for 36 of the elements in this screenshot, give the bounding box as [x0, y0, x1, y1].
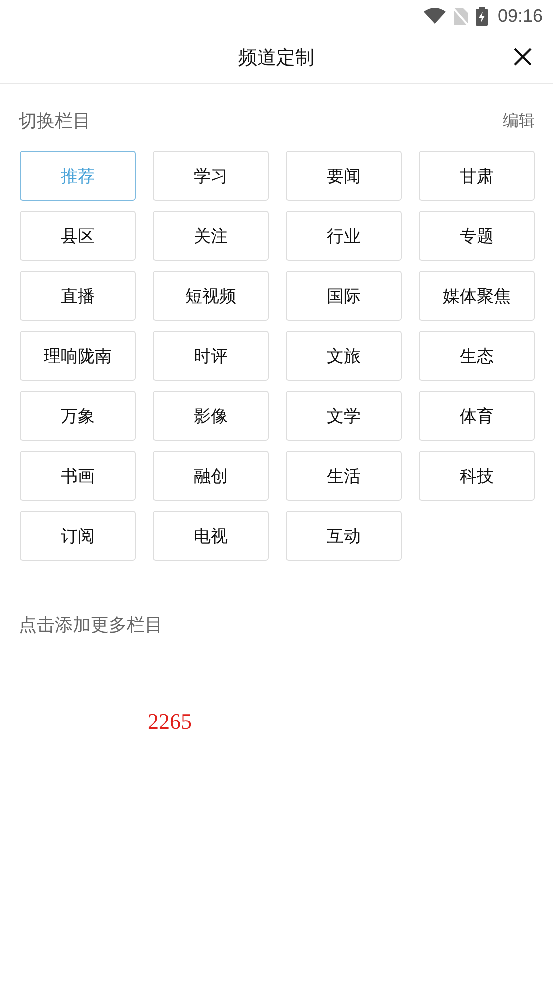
- channel-tab[interactable]: 媒体聚焦: [419, 271, 535, 321]
- channel-tab[interactable]: 要闻: [286, 151, 402, 201]
- channel-tab[interactable]: 电视: [153, 511, 269, 561]
- channel-tab[interactable]: 时评: [153, 331, 269, 381]
- channel-tab[interactable]: 影像: [153, 391, 269, 441]
- battery-charging-icon: [476, 6, 488, 26]
- channel-tab[interactable]: 专题: [419, 211, 535, 261]
- debug-number: 2265: [147, 708, 193, 735]
- channel-tab[interactable]: 万象: [20, 391, 136, 441]
- channel-tab[interactable]: 订阅: [20, 511, 136, 561]
- close-icon[interactable]: [514, 48, 532, 66]
- channel-tab[interactable]: 生活: [286, 451, 402, 501]
- channel-tab[interactable]: 关注: [153, 211, 269, 261]
- channel-tab[interactable]: 体育: [419, 391, 535, 441]
- no-sim-icon: [454, 8, 468, 24]
- section-title: 点击添加更多栏目: [18, 614, 164, 637]
- channel-tab[interactable]: 短视频: [153, 271, 269, 321]
- channel-tab[interactable]: 融创: [153, 451, 269, 501]
- channel-tab[interactable]: 互动: [286, 511, 402, 561]
- channel-tab[interactable]: 学习: [153, 151, 269, 201]
- channel-tab[interactable]: 文旅: [286, 331, 402, 381]
- page-title: 频道定制: [238, 46, 314, 70]
- channel-tab[interactable]: 书画: [20, 451, 136, 501]
- channel-tab[interactable]: 甘肃: [419, 151, 535, 201]
- section-title: 切换栏目: [19, 110, 91, 133]
- channel-tab[interactable]: 生态: [419, 331, 535, 381]
- status-time: 09:16: [498, 6, 543, 26]
- channel-tab[interactable]: 科技: [419, 451, 535, 501]
- wifi-icon: [424, 8, 446, 24]
- channel-tab[interactable]: 理响陇南: [20, 331, 136, 381]
- channel-tab[interactable]: 直播: [20, 271, 136, 321]
- edit-link[interactable]: 编辑: [503, 110, 535, 132]
- channel-tab[interactable]: 行业: [286, 211, 402, 261]
- channel-tab[interactable]: 文学: [286, 391, 402, 441]
- channel-tab[interactable]: 县区: [20, 211, 136, 261]
- channel-tab[interactable]: 国际: [286, 271, 402, 321]
